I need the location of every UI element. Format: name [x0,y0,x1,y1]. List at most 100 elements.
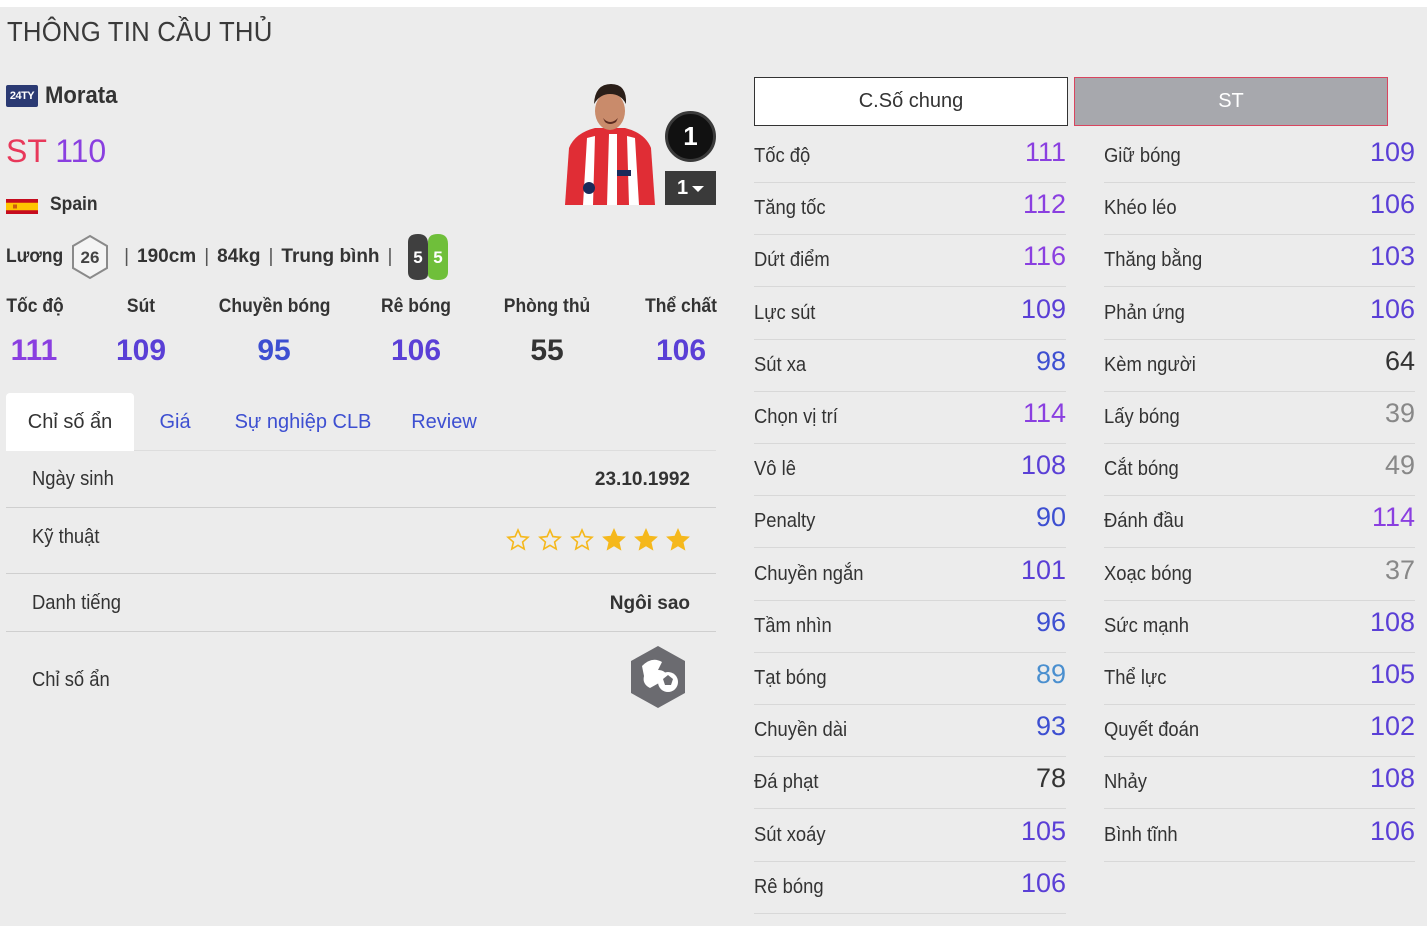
stat-label: Bình tĩnh [1104,823,1178,846]
stat-value: 108 [1369,606,1415,637]
stat-value: 109 [1369,137,1415,167]
tab-price[interactable]: Giá [144,393,206,451]
skill-stars [506,528,690,552]
stat-label: Chuyền ngắn [754,562,864,585]
salary-label: Lương [6,246,64,267]
svg-text:5: 5 [434,248,443,267]
stat-row: Chọn vị trí 114 [754,392,1066,444]
stat-row: Rê bóng 106 [754,862,1066,914]
stat-row: Đá phạt 78 [754,757,1066,810]
stat-value: 98 [1035,345,1066,376]
svg-text:5: 5 [414,248,423,267]
main-stat: Rê bóng 106 [381,296,451,367]
upgrade-level-badge: 1 [665,111,716,162]
level-select-value: 1 [676,176,689,199]
top-bar [0,0,1427,7]
reputation-label: Danh tiếng [32,592,122,614]
stat-row: Kèm người 64 [1104,340,1415,392]
stat-row: Quyết đoán 102 [1104,705,1415,758]
stat-value: 112 [1022,189,1066,220]
main-stat: Chuyền bóng 95 [218,296,331,367]
stat-value: 39 [1384,398,1415,428]
stat-label: Lấy bóng [1104,406,1180,428]
stat-row: Vô lê 108 [754,444,1066,497]
stat-label: Sút xoáy [754,823,826,846]
birth-label: Ngày sinh [32,468,114,490]
page-title: THÔNG TIN CẦU THỦ [7,16,273,47]
player-weight: 84kg [217,246,261,267]
stat-label: Xoạc bóng [1104,562,1192,585]
stat-value: 93 [1035,711,1066,742]
player-height: 190cm [137,246,197,267]
player-overall: 110 [55,133,107,169]
stat-value: 106 [1369,815,1415,846]
foot-rating-icon: 5 5 [408,234,449,280]
player-info-line: Lương 26 | 190cm | 84kg | Trung bình | 5… [6,234,452,280]
stat-value: 49 [1384,450,1415,481]
stat-row: Đánh đầu 114 [1104,496,1415,549]
stat-value: 101 [1020,554,1066,585]
stat-value: 37 [1384,554,1415,585]
stat-value: 89 [1035,659,1066,689]
stat-row: Dứt điểm 116 [754,235,1066,288]
hidden-stats-label: Chỉ số ẩn [32,669,110,691]
stat-value: 108 [1020,450,1066,481]
stat-label: Thể lực [1104,667,1167,689]
birth-row: Ngày sinh 23.10.1992 [6,452,716,508]
star-outline-icon [538,528,562,551]
star-outline-icon [570,528,594,551]
stat-value: 106 [1020,867,1066,898]
main-stats: Tốc độ 111 Sút 109 Chuyền bóng 95 Rê bón… [0,296,720,376]
stat-value: 78 [1035,763,1066,794]
stat-row: Cắt bóng 49 [1104,444,1415,497]
chevron-down-icon [692,186,705,192]
reputation-value: Ngôi sao [609,593,690,614]
position-rating: ST 110 [6,133,106,170]
stat-row: Thể lực 105 [1104,653,1415,705]
stat-row: Bình tĩnh 106 [1104,810,1415,862]
stat-label: Sút xa [754,353,807,376]
season-badge: 24TY [6,85,38,107]
stat-label: Tầm nhìn [754,614,832,637]
tab-club-career[interactable]: Sự nghiệp CLB [228,393,378,451]
stat-label: Chuyền dài [754,719,848,742]
hidden-stats-row: Chỉ số ẩn [6,632,716,728]
player-photo [565,84,655,205]
stat-row: Tầm nhìn 96 [754,601,1066,653]
stat-row: Chuyền ngắn 101 [754,549,1066,601]
detail-tabs: Chỉ số ẩn Giá Sự nghiệp CLB Review [6,393,716,451]
player-name: Morata [45,82,118,109]
stat-value: 64 [1384,345,1415,376]
stat-label: Dứt điểm [754,249,830,272]
stat-value: 105 [1020,815,1066,846]
stat-label: Khéo léo [1104,197,1177,220]
stat-value: 114 [1022,398,1066,428]
tab-hidden-stats[interactable]: Chỉ số ẩn [6,393,134,451]
stat-row: Nhảy 108 [1104,757,1415,810]
stat-row: Khéo léo 106 [1104,183,1415,236]
main-stat: Thể chất 106 [645,296,717,367]
stat-row: Giữ bóng 109 [1104,131,1415,183]
stat-value: 90 [1035,502,1066,533]
stat-value: 103 [1369,241,1415,272]
skill-row: Kỹ thuật [6,508,716,574]
stat-label: Lực sút [754,301,816,324]
upgrade-level-select[interactable]: 1 [665,171,716,205]
player-body-type: Trung bình [281,246,380,267]
hidden-trait-icon[interactable] [628,644,688,710]
stat-row: Penalty 90 [754,496,1066,549]
tab-position-stats[interactable]: ST [1074,77,1388,126]
stat-label: Penalty [754,510,816,533]
stat-value: 109 [1020,293,1066,324]
tab-general-stats[interactable]: C.Số chung [754,77,1068,126]
stat-value: 114 [1371,502,1415,533]
stat-label: Nhảy [1104,771,1147,794]
stat-value: 102 [1369,711,1415,742]
stat-label: Rê bóng [754,875,824,898]
stat-row: Lấy bóng 39 [1104,392,1415,444]
stat-value: 96 [1035,606,1066,637]
tab-review[interactable]: Review [402,393,486,451]
stat-label: Kèm người [1104,353,1196,376]
player-nation: Spain [50,194,98,215]
stat-value: 106 [1369,189,1415,220]
